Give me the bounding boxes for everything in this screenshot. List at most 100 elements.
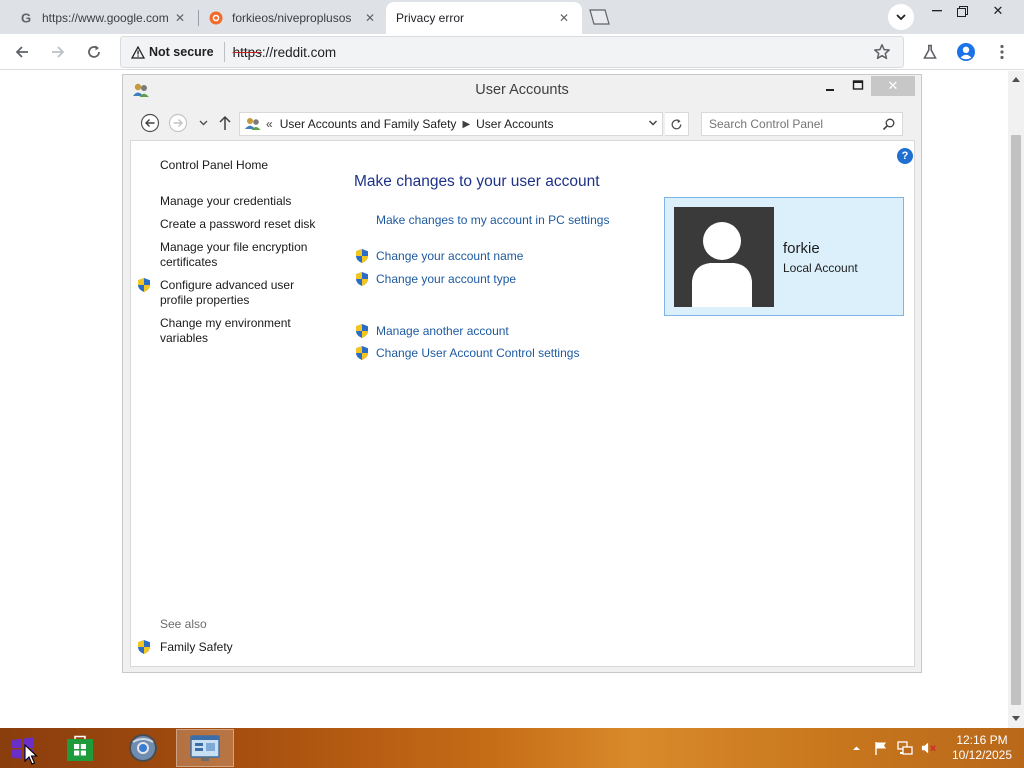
flask-icon bbox=[923, 44, 937, 59]
change-account-type-link[interactable]: Change your account type bbox=[376, 272, 516, 286]
breadcrumb-item[interactable]: User Accounts bbox=[476, 117, 553, 131]
tab-search-button[interactable] bbox=[888, 4, 914, 30]
clock-date: 10/12/2025 bbox=[951, 748, 1013, 762]
restore-button[interactable] bbox=[946, 0, 978, 22]
labs-flask-button[interactable] bbox=[917, 39, 943, 65]
scroll-down-arrow-icon[interactable] bbox=[1012, 716, 1020, 721]
taskbar-store[interactable] bbox=[51, 729, 109, 767]
back-button[interactable] bbox=[139, 112, 161, 134]
window-close-button[interactable]: ✕ bbox=[871, 76, 915, 96]
page-heading: Make changes to your user account bbox=[354, 173, 600, 190]
network-icon[interactable] bbox=[897, 740, 913, 756]
breadcrumb-overflow[interactable]: « bbox=[266, 117, 273, 131]
explorer-navigation-bar: « User Accounts and Family Safety ▶ User… bbox=[123, 108, 921, 140]
search-icon[interactable] bbox=[882, 117, 896, 131]
account-name: forkie bbox=[783, 240, 820, 257]
up-button[interactable] bbox=[214, 112, 236, 134]
see-also-heading: See also bbox=[160, 617, 207, 631]
window-maximize-button[interactable] bbox=[851, 78, 865, 92]
chevron-down-icon bbox=[199, 120, 207, 126]
account-avatar bbox=[674, 207, 774, 307]
refresh-icon bbox=[671, 118, 682, 129]
control-panel-home-link[interactable]: Control Panel Home bbox=[160, 158, 268, 173]
security-indicator[interactable]: Not secure bbox=[131, 45, 214, 59]
taskbar-control-panel[interactable] bbox=[176, 729, 234, 767]
close-tab-icon[interactable]: ✕ bbox=[362, 10, 378, 26]
tab-title: https://www.google.com bbox=[42, 11, 169, 25]
url-host: ://reddit.com bbox=[261, 44, 337, 60]
password-reset-disk-link[interactable]: Create a password reset disk bbox=[160, 217, 320, 232]
volume-muted-icon[interactable] bbox=[921, 740, 937, 756]
environment-variables-link[interactable]: Change my environment variables bbox=[160, 316, 310, 346]
tab-privacy-error[interactable]: Privacy error ✕ bbox=[386, 2, 582, 34]
help-icon[interactable]: ? bbox=[897, 148, 913, 164]
account-type: Local Account bbox=[783, 261, 858, 275]
url-text: https://reddit.com bbox=[233, 45, 337, 60]
kebab-menu-icon bbox=[1000, 44, 1004, 60]
address-bar[interactable]: Not secure https://reddit.com bbox=[120, 36, 904, 68]
tab-title: Privacy error bbox=[396, 11, 465, 25]
search-box[interactable] bbox=[701, 112, 903, 136]
bookmark-star-icon[interactable] bbox=[873, 43, 891, 61]
window-titlebar[interactable]: User Accounts ✕ bbox=[123, 75, 921, 105]
default-user-icon bbox=[692, 222, 752, 307]
taskbar-chrome[interactable] bbox=[114, 729, 172, 767]
tab-title: forkieos/niveproplusos bbox=[232, 11, 352, 25]
breadcrumb-item[interactable]: User Accounts and Family Safety bbox=[280, 117, 457, 131]
forward-button[interactable] bbox=[45, 39, 71, 65]
close-tab-icon[interactable]: ✕ bbox=[556, 10, 572, 26]
page-scrollbar[interactable] bbox=[1008, 71, 1024, 728]
control-panel-icon bbox=[245, 118, 261, 130]
circle-arrow-right-icon bbox=[168, 113, 188, 133]
url-scheme: https bbox=[232, 44, 262, 60]
tab-google[interactable]: G https://www.google.com ✕ bbox=[8, 2, 198, 34]
uac-shield-icon bbox=[138, 640, 150, 654]
forward-button[interactable] bbox=[167, 112, 189, 134]
profile-avatar-icon bbox=[957, 43, 975, 61]
not-secure-label: Not secure bbox=[149, 45, 214, 59]
arrow-right-icon bbox=[52, 46, 65, 58]
family-safety-link[interactable]: Family Safety bbox=[160, 640, 233, 655]
mouse-pointer-icon bbox=[24, 744, 38, 765]
address-dropdown-chevron-icon[interactable] bbox=[648, 118, 658, 128]
close-window-button[interactable]: ✕ bbox=[982, 0, 1014, 22]
store-bag-icon bbox=[67, 735, 93, 761]
omnibox-divider bbox=[223, 42, 225, 62]
uac-shield-icon bbox=[356, 324, 368, 338]
window-title: User Accounts bbox=[475, 82, 569, 98]
advanced-profile-properties-link[interactable]: Configure advanced user profile properti… bbox=[160, 278, 320, 308]
arrow-left-icon bbox=[15, 46, 28, 58]
uac-shield-icon bbox=[356, 346, 368, 360]
uac-shield-icon bbox=[356, 249, 368, 263]
manage-credentials-link[interactable]: Manage your credentials bbox=[160, 194, 320, 209]
account-card: forkie Local Account bbox=[664, 197, 904, 316]
windows-taskbar: 12:16 PM 10/12/2025 bbox=[0, 728, 1024, 768]
system-clock[interactable]: 12:16 PM 10/12/2025 bbox=[942, 733, 1022, 763]
show-hidden-icons-arrow-icon[interactable] bbox=[848, 740, 864, 756]
back-button[interactable] bbox=[9, 39, 35, 65]
scroll-thumb[interactable] bbox=[1011, 135, 1021, 705]
profile-button[interactable] bbox=[953, 39, 979, 65]
chrome-globe-icon bbox=[129, 734, 157, 762]
action-center-flag-icon[interactable] bbox=[873, 740, 889, 756]
menu-button[interactable] bbox=[989, 39, 1015, 65]
reload-button[interactable] bbox=[81, 39, 107, 65]
pc-settings-link[interactable]: Make changes to my account in PC setting… bbox=[376, 213, 609, 227]
user-accounts-window: User Accounts ✕ « User Accounts and Fami… bbox=[122, 74, 922, 673]
breadcrumb-separator-icon[interactable]: ▶ bbox=[462, 119, 470, 130]
uac-settings-link[interactable]: Change User Account Control settings bbox=[376, 346, 579, 360]
close-tab-icon[interactable]: ✕ bbox=[172, 10, 188, 26]
manage-another-account-link[interactable]: Manage another account bbox=[376, 324, 509, 338]
window-minimize-button[interactable] bbox=[823, 79, 837, 93]
scroll-up-arrow-icon[interactable] bbox=[1012, 77, 1020, 82]
tab-forkieos[interactable]: forkieos/niveproplusos ✕ bbox=[198, 2, 388, 34]
arrow-up-icon bbox=[219, 115, 231, 130]
refresh-button[interactable] bbox=[665, 112, 689, 136]
new-tab-button[interactable] bbox=[586, 8, 612, 26]
breadcrumb-address-bar[interactable]: « User Accounts and Family Safety ▶ User… bbox=[239, 112, 663, 136]
change-account-name-link[interactable]: Change your account name bbox=[376, 249, 523, 263]
recent-locations-button[interactable] bbox=[192, 112, 214, 134]
search-input[interactable] bbox=[709, 117, 875, 131]
chevron-down-icon bbox=[896, 13, 906, 20]
file-encryption-certificates-link[interactable]: Manage your file encryption certificates bbox=[160, 240, 320, 270]
